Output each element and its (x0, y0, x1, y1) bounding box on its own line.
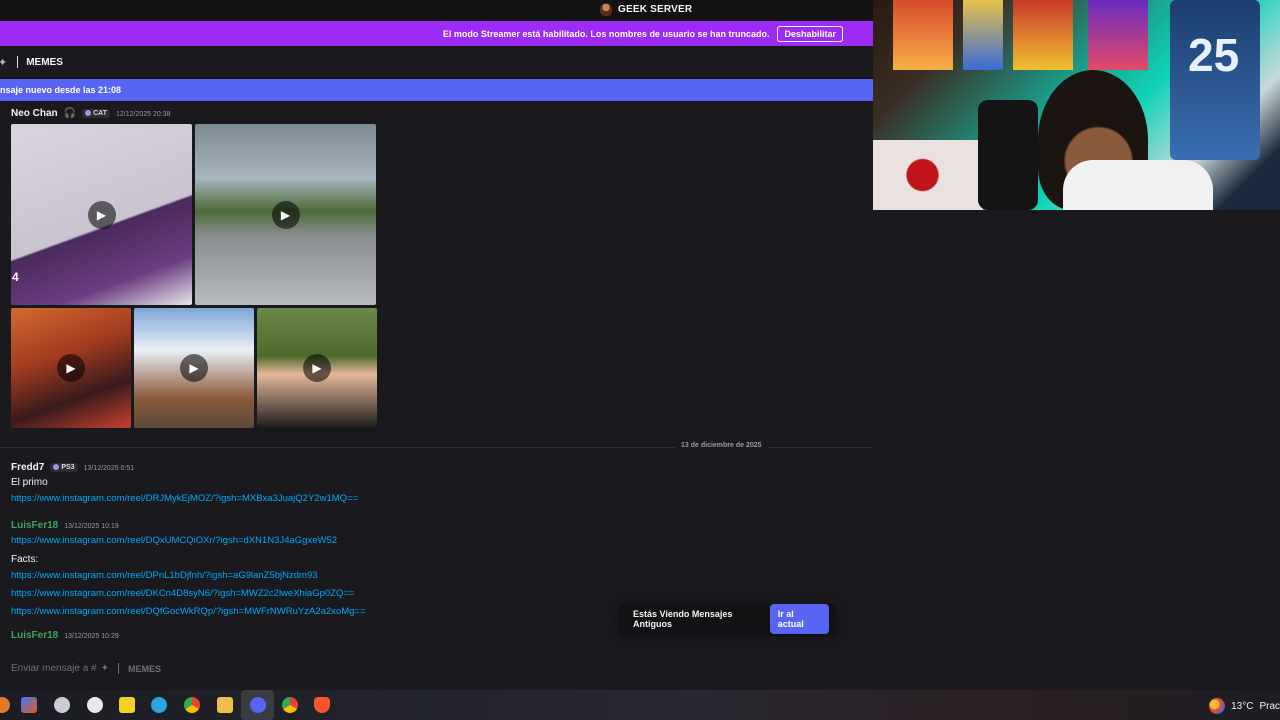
date-divider-label: 13 de diciembre de 2025 (675, 442, 768, 449)
user-tag-label: CAT (93, 109, 107, 117)
discord-icon[interactable] (250, 697, 266, 713)
message: LuisFer18 13/12/2025 10:19 https://www.i… (11, 520, 366, 617)
message-author[interactable]: LuisFer18 (11, 630, 58, 641)
play-icon[interactable]: ▶ (87, 200, 116, 229)
play-icon[interactable]: ▶ (180, 354, 208, 382)
poster-image (963, 0, 1003, 70)
obs-icon[interactable] (54, 697, 70, 713)
play-icon[interactable]: ▶ (271, 200, 300, 229)
message-author[interactable]: LuisFer18 (11, 520, 58, 531)
server-title: GEEK SERVER (600, 3, 692, 16)
poster-image (1013, 0, 1073, 70)
server-name: GEEK SERVER (618, 4, 693, 15)
new-messages-bar[interactable]: nsaje nuevo desde las 21:08 (0, 79, 873, 101)
video-attachment[interactable]: ▶ 4 (11, 124, 192, 305)
streamer-shirt (1063, 160, 1213, 210)
channel-emoji-icon: ✦ (100, 663, 109, 674)
telegram-icon[interactable] (151, 697, 167, 713)
message-text: El primo (11, 477, 48, 488)
message-link[interactable]: https://www.instagram.com/reel/DPnL1bDjf… (11, 570, 366, 581)
video-attachment[interactable]: ▶ (257, 308, 377, 428)
channel-name: MEMES (26, 56, 63, 68)
message-link[interactable]: https://www.instagram.com/reel/DQfGocWkR… (11, 606, 366, 617)
poster-image (893, 0, 953, 70)
obs-icon[interactable] (87, 697, 103, 713)
channel-emoji-icon: ✦ (0, 56, 8, 69)
overlay-count: 4 (12, 270, 19, 284)
message-header: LuisFer18 13/12/2025 10:29 (11, 630, 119, 641)
system-tray: 13°C Prac (1209, 698, 1280, 714)
message-link[interactable]: https://www.instagram.com/reel/DRJMykEjM… (11, 493, 358, 504)
brave-icon[interactable] (314, 697, 330, 713)
message-link[interactable]: https://www.instagram.com/reel/DQxUMCQiO… (11, 535, 366, 546)
user-tag[interactable]: PS3 (50, 462, 78, 472)
server-icon (600, 3, 612, 16)
old-messages-text: Estás Viendo Mensajes Antiguos (633, 608, 733, 629)
message: LuisFer18 13/12/2025 10:29 (11, 630, 119, 641)
message-list[interactable]: Neo Chan 🎧 CAT 12/12/2025 20:38 ▶ 4 ▶ ▶ … (0, 101, 873, 649)
streamer-mode-message: El modo Streamer está habilitado. Los no… (442, 28, 770, 39)
video-attachment[interactable]: ▶ (195, 124, 376, 305)
play-icon[interactable]: ▶ (303, 354, 331, 382)
message-header: Neo Chan 🎧 CAT 12/12/2025 20:38 (11, 108, 171, 119)
message-header: LuisFer18 13/12/2025 10:19 (11, 520, 366, 531)
message-link[interactable]: https://www.instagram.com/reel/DKCn4D8sy… (11, 588, 366, 599)
file-explorer-icon[interactable] (217, 697, 233, 713)
channel-header: ✦ MEMES (0, 46, 873, 79)
gaming-chair (978, 100, 1038, 210)
copilot-icon[interactable] (21, 697, 37, 713)
spiderman-pillow (873, 140, 983, 210)
composer-separator (118, 663, 119, 674)
user-tag[interactable]: CAT (82, 108, 110, 118)
user-tag-label: PS3 (61, 463, 75, 471)
sticky-notes-icon[interactable] (119, 697, 135, 713)
message-author[interactable]: Neo Chan (11, 108, 58, 119)
message-timestamp[interactable]: 12/12/2025 20:38 (116, 111, 171, 118)
composer-placeholder[interactable]: Enviar mensaje a # (11, 663, 97, 674)
weather-condition[interactable]: Prac (1259, 701, 1280, 712)
weather-temperature[interactable]: 13°C (1231, 701, 1253, 712)
poster-image (1088, 0, 1148, 70)
diamond-icon (53, 464, 60, 470)
message-author[interactable]: Fredd7 (11, 462, 44, 473)
headset-icon: 🎧 (63, 108, 77, 119)
message: Fredd7 PS3 13/12/2025 0:51 El primo http… (11, 462, 358, 504)
message-text: Facts: (11, 554, 39, 565)
message: Neo Chan 🎧 CAT 12/12/2025 20:38 (11, 108, 171, 119)
message-timestamp[interactable]: 13/12/2025 10:29 (64, 633, 119, 640)
new-messages-label: nsaje nuevo desde las 21:08 (0, 85, 122, 95)
jump-to-present-button[interactable]: Ir al actual (769, 603, 829, 634)
message-header: Fredd7 PS3 13/12/2025 0:51 (11, 462, 358, 473)
media-grid-top: ▶ 4 ▶ (11, 124, 376, 305)
heart-icon (85, 110, 92, 116)
message-composer[interactable]: Enviar mensaje a # ✦ MEMES (0, 649, 1280, 688)
jersey-number: 25 (1188, 29, 1240, 81)
jersey: 25 (1170, 0, 1260, 160)
webcam-overlay: 25 (873, 0, 1280, 210)
old-messages-toast: Estás Viendo Mensajes Antiguos Ir al act… (620, 603, 835, 634)
header-separator (17, 56, 19, 68)
message-timestamp[interactable]: 13/12/2025 10:19 (64, 523, 119, 530)
weather-icon[interactable] (1209, 698, 1226, 714)
chrome-icon[interactable] (184, 697, 200, 713)
play-icon[interactable]: ▶ (57, 354, 85, 382)
video-attachment[interactable]: ▶ (134, 308, 254, 428)
disable-streamer-button[interactable]: Deshabilitar (777, 25, 843, 42)
streamer-mode-banner: El modo Streamer está habilitado. Los no… (0, 21, 873, 46)
composer-channel: MEMES (128, 663, 162, 674)
message-timestamp[interactable]: 13/12/2025 0:51 (84, 465, 135, 472)
chrome-icon[interactable] (282, 697, 298, 713)
media-grid-bottom: ▶ ▶ ▶ (11, 308, 377, 428)
video-attachment[interactable]: ▶ (11, 308, 131, 428)
